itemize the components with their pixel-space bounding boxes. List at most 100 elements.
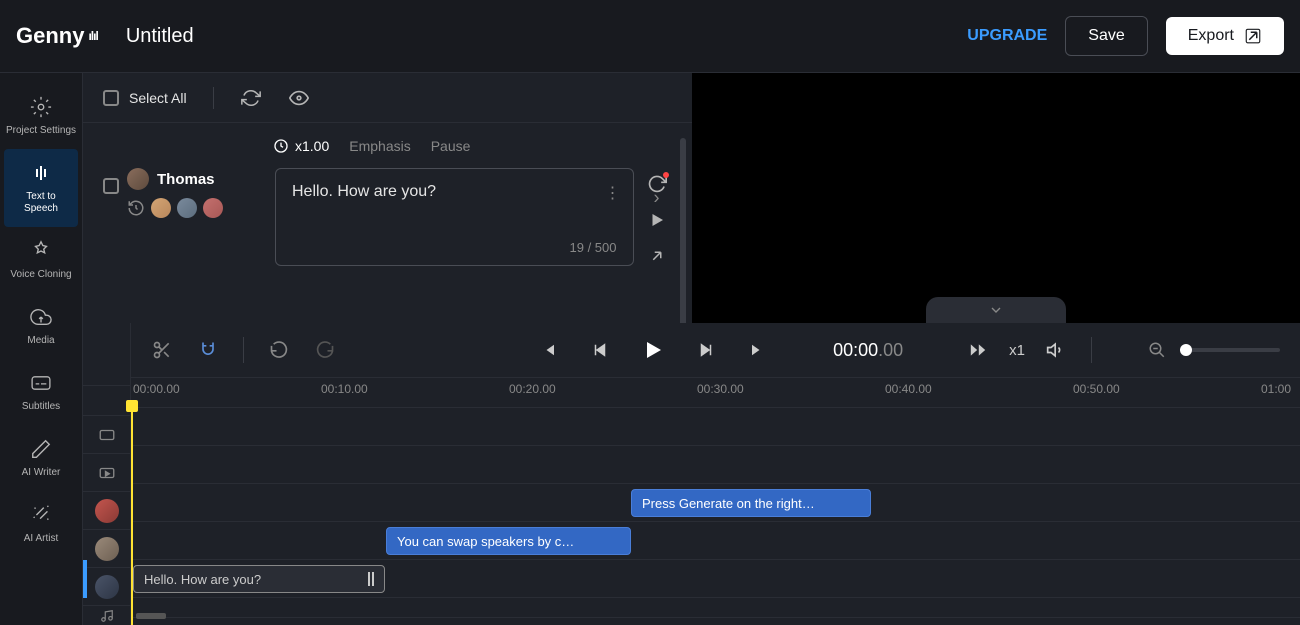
track-row[interactable] bbox=[131, 446, 1300, 484]
speaker-select[interactable]: Thomas bbox=[127, 168, 215, 190]
speech-block: Thomas Hello. How are you? 19 / 5 bbox=[103, 168, 672, 266]
play-icon[interactable] bbox=[641, 338, 665, 362]
subtitles-icon bbox=[29, 371, 53, 395]
sidebar-item-text-to-speech[interactable]: Text to Speech bbox=[4, 149, 78, 227]
speaker-name: Thomas bbox=[157, 171, 215, 188]
separator bbox=[243, 337, 244, 363]
block-menu-icon[interactable]: ⋮ bbox=[605, 183, 621, 203]
track-avatar bbox=[95, 499, 119, 523]
play-block-icon[interactable] bbox=[647, 210, 667, 230]
track-header-music[interactable] bbox=[83, 605, 130, 625]
collapse-preview-icon[interactable] bbox=[926, 297, 1066, 323]
separator bbox=[213, 87, 214, 109]
scrollbar[interactable] bbox=[680, 138, 686, 323]
step-forward-icon[interactable] bbox=[695, 339, 717, 361]
gear-icon bbox=[29, 95, 53, 119]
editor-toolbar: Select All bbox=[83, 73, 692, 123]
timeline-clip-selected[interactable]: Hello. How are you? bbox=[133, 565, 385, 593]
time-main: 00:00 bbox=[833, 340, 878, 360]
recent-speaker-avatar[interactable] bbox=[177, 198, 197, 218]
track-row[interactable]: Hello. How are you? bbox=[131, 560, 1300, 598]
soundwave-icon bbox=[29, 161, 53, 185]
ruler-tick: 00:00.00 bbox=[133, 382, 180, 396]
sidebar-item-project-settings[interactable]: Project Settings bbox=[0, 83, 82, 149]
track-speaker-2[interactable] bbox=[83, 529, 130, 567]
logo-mark-icon: ılıl bbox=[88, 29, 97, 43]
checkbox-icon[interactable] bbox=[103, 90, 119, 106]
clock-icon bbox=[273, 138, 289, 154]
speed-param[interactable]: x1.00 bbox=[273, 138, 329, 154]
upgrade-link[interactable]: UPGRADE bbox=[967, 27, 1047, 45]
select-all[interactable]: Select All bbox=[103, 90, 187, 106]
share-block-icon[interactable] bbox=[647, 246, 667, 266]
volume-icon[interactable] bbox=[1045, 339, 1067, 361]
history-icon[interactable] bbox=[127, 199, 145, 217]
expand-right-icon[interactable]: › bbox=[654, 188, 660, 209]
mini-waveform[interactable] bbox=[136, 613, 166, 619]
cloud-icon bbox=[29, 305, 53, 329]
recent-speaker-avatar[interactable] bbox=[203, 198, 223, 218]
wand-icon bbox=[29, 503, 53, 527]
playhead[interactable] bbox=[131, 408, 133, 625]
redo-icon[interactable] bbox=[314, 339, 336, 361]
track-speaker-1[interactable] bbox=[83, 491, 130, 529]
recent-speaker-avatar[interactable] bbox=[151, 198, 171, 218]
sidebar-item-ai-writer[interactable]: AI Writer bbox=[0, 425, 82, 491]
sidebar-label: Voice Cloning bbox=[10, 269, 71, 281]
text-input[interactable]: Hello. How are you? 19 / 500 ⋮ bbox=[275, 168, 634, 266]
timeline-tracks[interactable]: Press Generate on the right… You can swa… bbox=[131, 408, 1300, 625]
export-button[interactable]: Export bbox=[1166, 17, 1284, 55]
ruler-tick: 00:10.00 bbox=[321, 382, 368, 396]
zoom-slider[interactable] bbox=[1180, 348, 1280, 352]
zoom-thumb[interactable] bbox=[1180, 344, 1192, 356]
sidebar-label: AI Artist bbox=[24, 533, 58, 545]
track-speaker-3[interactable] bbox=[83, 567, 130, 605]
pen-icon bbox=[29, 437, 53, 461]
ruler-tick: 01:00 bbox=[1261, 382, 1291, 396]
editor-panel: Select All x1.00 Emphasis Pause bbox=[83, 73, 692, 323]
sidebar-item-voice-cloning[interactable]: Voice Cloning bbox=[0, 227, 82, 293]
timeline-clip[interactable]: Press Generate on the right… bbox=[631, 489, 871, 517]
emphasis-param[interactable]: Emphasis bbox=[349, 138, 410, 154]
ruler-tick: 00:20.00 bbox=[509, 382, 556, 396]
magnet-icon[interactable] bbox=[197, 339, 219, 361]
voice-clone-icon bbox=[29, 239, 53, 263]
sidebar-item-subtitles[interactable]: Subtitles bbox=[0, 359, 82, 425]
active-track-indicator bbox=[83, 560, 87, 598]
track-row[interactable] bbox=[131, 408, 1300, 446]
eye-icon[interactable] bbox=[288, 87, 310, 109]
clip-label: Press Generate on the right… bbox=[642, 496, 815, 511]
timeline-clip[interactable]: You can swap speakers by c… bbox=[386, 527, 631, 555]
speed-value: x1.00 bbox=[295, 138, 329, 154]
sidebar-label: Text to Speech bbox=[8, 191, 74, 215]
save-button[interactable]: Save bbox=[1065, 16, 1147, 56]
pause-param[interactable]: Pause bbox=[431, 138, 471, 154]
text-content: Hello. How are you? bbox=[292, 183, 617, 201]
track-header-video[interactable] bbox=[83, 453, 130, 491]
sidebar: Project Settings Text to Speech Voice Cl… bbox=[0, 73, 83, 625]
track-row[interactable] bbox=[131, 598, 1300, 618]
char-count: 19 / 500 bbox=[570, 240, 617, 255]
cut-icon[interactable] bbox=[151, 339, 173, 361]
fast-forward-icon[interactable] bbox=[967, 339, 989, 361]
skip-start-icon[interactable] bbox=[537, 339, 559, 361]
project-title[interactable]: Untitled bbox=[126, 25, 194, 48]
zoom-out-icon[interactable] bbox=[1146, 339, 1168, 361]
clip-label: Hello. How are you? bbox=[144, 572, 261, 587]
clip-handle-icon[interactable] bbox=[360, 572, 374, 586]
sidebar-item-media[interactable]: Media bbox=[0, 293, 82, 359]
track-avatar bbox=[95, 537, 119, 561]
undo-icon[interactable] bbox=[268, 339, 290, 361]
track-row[interactable]: Press Generate on the right… bbox=[131, 484, 1300, 522]
refresh-icon[interactable] bbox=[240, 87, 262, 109]
playback-speed[interactable]: x1 bbox=[1009, 342, 1025, 359]
track-row[interactable]: You can swap speakers by c… bbox=[131, 522, 1300, 560]
timeline-ruler[interactable]: 00:00.00 00:10.00 00:20.00 00:30.00 00:4… bbox=[131, 378, 1300, 408]
skip-end-icon[interactable] bbox=[747, 339, 769, 361]
step-back-icon[interactable] bbox=[589, 339, 611, 361]
track-header-audio[interactable] bbox=[83, 415, 130, 453]
video-preview[interactable] bbox=[692, 73, 1300, 323]
block-checkbox[interactable] bbox=[103, 178, 119, 194]
timeline-time: 00:00.00 bbox=[833, 340, 903, 361]
sidebar-item-ai-artist[interactable]: AI Artist bbox=[0, 491, 82, 557]
